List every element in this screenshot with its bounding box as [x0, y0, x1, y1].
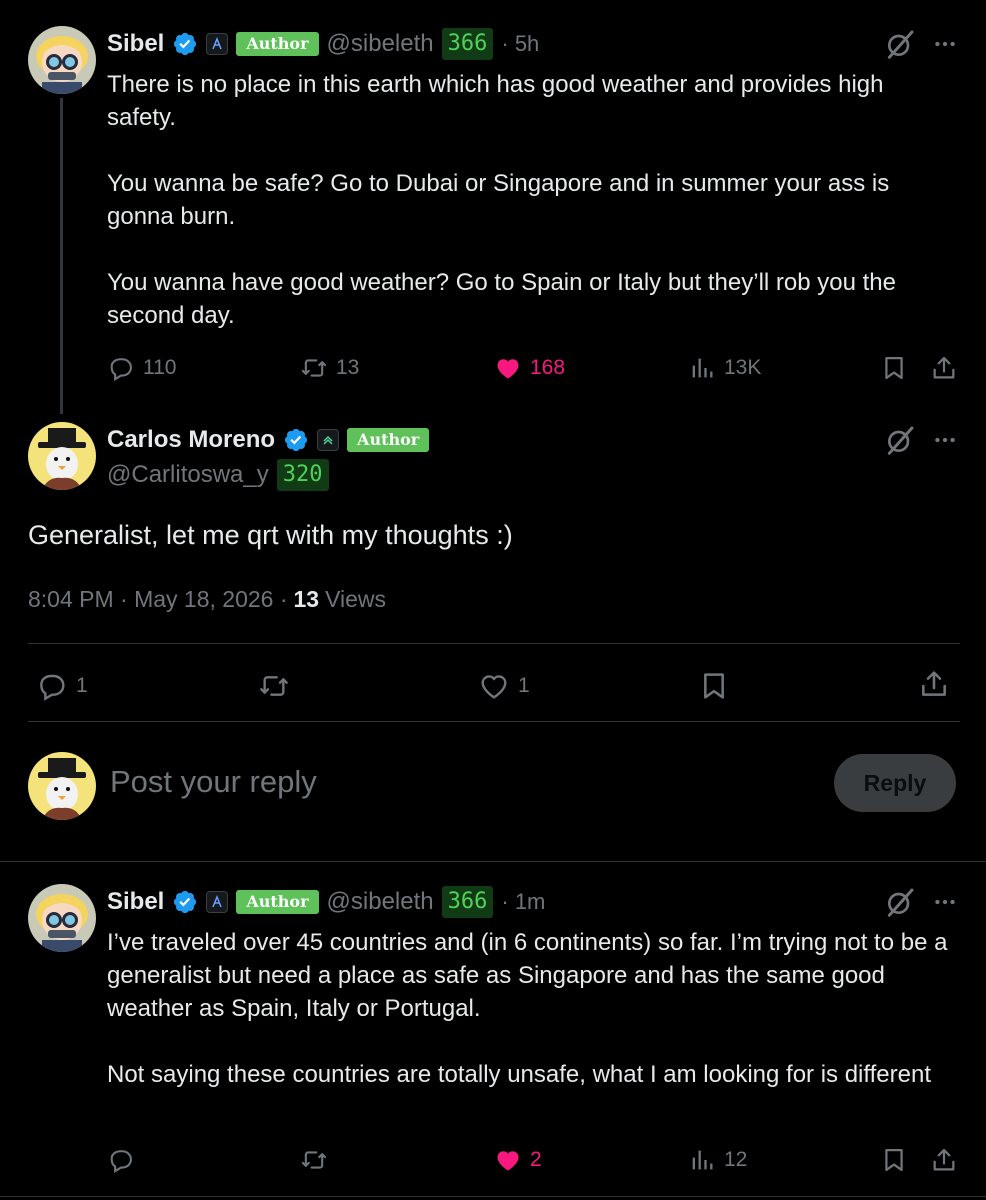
- main-tweet-text: Generalist, let me qrt with my thoughts …: [28, 520, 513, 550]
- timestamp[interactable]: · 1m: [501, 889, 545, 915]
- views-button[interactable]: 13K: [688, 354, 761, 382]
- display-name[interactable]: Sibel: [107, 30, 164, 58]
- tweet-paragraph: I’ve traveled over 45 countries and (in …: [107, 929, 948, 1022]
- display-name[interactable]: Carlos Moreno: [107, 426, 275, 454]
- repost-count: 13: [336, 356, 360, 379]
- handle[interactable]: @Carlitoswa_y: [107, 461, 269, 489]
- reply-button[interactable]: 1: [36, 670, 88, 702]
- views-count: 12: [724, 1148, 748, 1171]
- tweet1-header: Sibel Author @sibeleth 366 · 5h: [107, 28, 547, 60]
- verified-badge-icon: [172, 889, 198, 915]
- handle[interactable]: @sibeleth: [327, 888, 434, 916]
- score-badge: 366: [441, 886, 494, 918]
- divider: [0, 1196, 986, 1197]
- views-label: Views: [325, 586, 387, 612]
- reply-icon: [107, 354, 135, 382]
- share-icon[interactable]: [918, 668, 950, 705]
- views-icon: [688, 1146, 716, 1174]
- repost-icon: [300, 1146, 328, 1174]
- repost-button[interactable]: 13: [300, 354, 359, 382]
- like-button[interactable]: 168: [494, 354, 565, 382]
- heart-filled-icon: [494, 354, 522, 382]
- more-options-icon[interactable]: [932, 31, 958, 57]
- heart-icon: [478, 670, 510, 702]
- tweet-paragraph: You wanna be safe? Go to Dubai or Singap…: [107, 170, 890, 230]
- tweet1-body: There is no place in this earth which ha…: [107, 68, 957, 332]
- score-badge: 320: [276, 459, 329, 491]
- avatar-sibel[interactable]: [28, 26, 96, 94]
- reply-button[interactable]: [107, 1146, 143, 1174]
- reply-input[interactable]: Post your reply: [110, 764, 317, 800]
- like-button[interactable]: 2: [494, 1146, 542, 1174]
- main-tweet-header: Carlos Moreno Author: [107, 424, 437, 456]
- author-badge: Author: [347, 428, 430, 452]
- org-affiliation-icon[interactable]: [206, 891, 229, 913]
- repost-icon: [258, 670, 290, 702]
- like-count: 2: [530, 1148, 542, 1171]
- views-icon: [688, 354, 716, 382]
- grok-icon[interactable]: [884, 424, 916, 456]
- display-name[interactable]: Sibel: [107, 888, 164, 916]
- avatar-sibel[interactable]: [28, 884, 96, 952]
- like-count: 168: [530, 356, 566, 379]
- repost-button[interactable]: [300, 1146, 336, 1174]
- views-count: 13: [293, 586, 320, 612]
- avatar-carlos[interactable]: [28, 422, 96, 490]
- divider: [28, 643, 960, 644]
- timestamp[interactable]: 8:04 PM · May 18, 2026 ·: [28, 586, 288, 613]
- tweet-paragraph: You wanna have good weather? Go to Spain…: [107, 269, 896, 329]
- heart-filled-icon: [494, 1146, 522, 1174]
- bookmark-icon[interactable]: [880, 1146, 908, 1179]
- reply-count: 1: [76, 674, 88, 697]
- avatar-current-user[interactable]: [28, 752, 96, 820]
- bookmark-icon[interactable]: [698, 670, 730, 707]
- grok-icon[interactable]: [884, 886, 916, 918]
- reply-count: 110: [143, 356, 177, 379]
- views-button[interactable]: 12: [688, 1146, 747, 1174]
- main-tweet-handle-row: @Carlitoswa_y 320: [107, 458, 337, 492]
- reply-icon: [107, 1146, 135, 1174]
- more-options-icon[interactable]: [932, 889, 958, 915]
- handle[interactable]: @sibeleth: [327, 30, 434, 58]
- bookmark-icon[interactable]: [880, 354, 908, 387]
- like-count: 1: [518, 674, 530, 697]
- main-tweet-meta: 8:04 PM · May 18, 2026 · 13 Views: [28, 586, 394, 613]
- repost-button[interactable]: [258, 670, 298, 702]
- timestamp[interactable]: · 5h: [501, 31, 539, 57]
- share-icon[interactable]: [930, 1146, 958, 1179]
- org-affiliation-icon[interactable]: [206, 33, 229, 55]
- tweet-paragraph: There is no place in this earth which ha…: [107, 71, 884, 131]
- like-button[interactable]: 1: [478, 670, 530, 702]
- tweet3-header: Sibel Author @sibeleth 366 · 1m: [107, 886, 553, 918]
- divider: [0, 861, 986, 862]
- views-count: 13K: [724, 356, 762, 379]
- tweet-paragraph: Not saying these countries are totally u…: [107, 1061, 931, 1088]
- verified-badge-icon: [172, 31, 198, 57]
- share-icon[interactable]: [930, 354, 958, 387]
- repost-icon: [300, 354, 328, 382]
- reply-icon: [36, 670, 68, 702]
- verified-badge-icon: [283, 427, 309, 453]
- divider: [28, 721, 960, 722]
- thread-line: [60, 98, 63, 414]
- tweet3-body: I’ve traveled over 45 countries and (in …: [107, 926, 962, 1091]
- org-affiliation-icon[interactable]: [317, 429, 340, 451]
- reply-button[interactable]: Reply: [834, 754, 956, 812]
- author-badge: Author: [236, 32, 319, 56]
- author-badge: Author: [236, 890, 319, 914]
- grok-icon[interactable]: [884, 28, 916, 60]
- score-badge: 366: [441, 28, 494, 60]
- more-options-icon[interactable]: [932, 427, 958, 453]
- reply-button[interactable]: 110: [107, 354, 176, 382]
